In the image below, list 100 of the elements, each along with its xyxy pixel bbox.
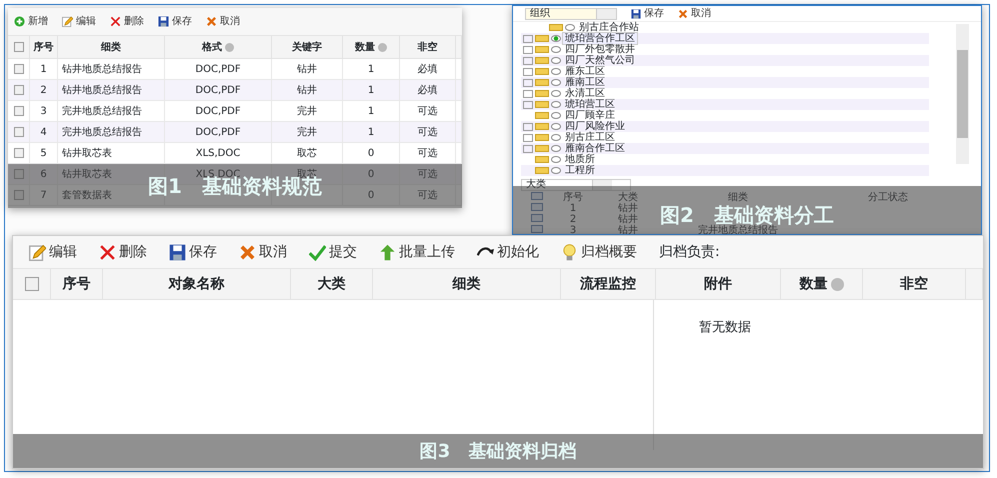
tree-item-label[interactable]: 别古庄工区: [563, 132, 617, 143]
folder-icon: [535, 145, 549, 152]
select-all-checkbox[interactable]: [24, 277, 38, 291]
row-checkbox[interactable]: [14, 85, 24, 95]
tree-item-label[interactable]: 四厂外包零散井: [563, 44, 637, 55]
radio-button[interactable]: [551, 35, 561, 42]
edit-button[interactable]: 编辑: [29, 244, 77, 260]
radio-button[interactable]: [551, 79, 561, 86]
expand-toggle[interactable]: [523, 46, 533, 54]
field-label: 归档负责:: [659, 242, 720, 262]
expand-toggle[interactable]: [523, 122, 533, 130]
column-header: 格式: [202, 40, 222, 54]
row-checkbox[interactable]: [14, 148, 24, 158]
table-cell: 钻井: [618, 203, 638, 214]
column-header: 数量: [800, 274, 828, 294]
summary-button[interactable]: 归档概要: [561, 244, 637, 260]
tree-item-label[interactable]: 琥珀营工区: [563, 99, 617, 110]
delete-button[interactable]: 删除: [110, 16, 144, 27]
column-header: 非空: [900, 274, 928, 294]
table-cell-text: 必填: [418, 62, 438, 76]
tree-item-label[interactable]: 地质所: [563, 154, 597, 165]
table-cell-text: 可选: [418, 126, 438, 140]
column-header: 数量: [355, 40, 375, 54]
add-button[interactable]: 新增: [14, 16, 48, 27]
radio-button[interactable]: [551, 134, 561, 141]
table-cell: 钻井: [618, 214, 638, 225]
delete-button[interactable]: 删除: [99, 244, 147, 260]
radio-button[interactable]: [551, 123, 561, 130]
select-all-checkbox[interactable]: [531, 192, 543, 200]
expand-toggle[interactable]: [523, 68, 533, 76]
expand-toggle[interactable]: [523, 134, 533, 142]
column-header: 非空: [418, 40, 438, 54]
initialize-button[interactable]: 初始化: [477, 244, 539, 260]
save-button[interactable]: 保存: [631, 8, 664, 18]
select-all-checkbox[interactable]: [14, 42, 24, 52]
row-checkbox[interactable]: [14, 127, 24, 137]
tree-item-label[interactable]: 雁南工区: [563, 77, 607, 88]
row-checkbox[interactable]: [531, 203, 543, 211]
tree-item-label[interactable]: 工程所: [563, 165, 597, 176]
row-checkbox[interactable]: [531, 225, 543, 233]
radio-button[interactable]: [551, 68, 561, 75]
tree-item-label[interactable]: 雁南合作工区: [563, 143, 627, 154]
column-header: 附件: [704, 274, 732, 294]
radio-button[interactable]: [551, 57, 561, 64]
table-cell-text: 可选: [418, 146, 438, 160]
column-header: 序号: [563, 192, 583, 203]
tree-item-label[interactable]: 四厂风险作业: [563, 121, 627, 132]
column-header: 分工状态: [868, 192, 908, 203]
tree-item-label[interactable]: 琥珀营合作工区: [563, 33, 637, 44]
cancel-button[interactable]: 取消: [239, 244, 287, 260]
edit-button[interactable]: 编辑: [62, 16, 96, 27]
cancel-button[interactable]: 取消: [678, 8, 711, 18]
table-row[interactable]: 4 完井地质总结报告 DOC,PDF 完井 1 可选: [8, 122, 462, 143]
expand-toggle[interactable]: [523, 100, 533, 108]
radio-button[interactable]: [551, 167, 561, 174]
folder-icon: [535, 167, 549, 174]
submit-button[interactable]: 提交: [309, 244, 357, 260]
row-checkbox[interactable]: [14, 106, 24, 116]
save-button[interactable]: 保存: [169, 244, 217, 260]
save-button[interactable]: 保存: [158, 16, 192, 27]
tree-item-label[interactable]: 四厂顾辛庄: [563, 110, 617, 121]
radio-button[interactable]: [565, 24, 575, 31]
expand-toggle[interactable]: [523, 78, 533, 86]
x-mark-icon: [678, 8, 688, 18]
radio-button[interactable]: [551, 101, 561, 108]
radio-button[interactable]: [551, 156, 561, 163]
tree-item-label[interactable]: 雁东工区: [563, 66, 607, 77]
tree-item-label[interactable]: 四厂天然气公司: [563, 55, 637, 66]
expand-toggle[interactable]: [523, 144, 533, 152]
row-checkbox[interactable]: [531, 214, 543, 222]
expand-toggle[interactable]: [523, 56, 533, 64]
empty-message: 暂无数据: [699, 320, 751, 335]
table-cell-text: DOC,PDF: [195, 62, 241, 76]
folder-icon: [549, 24, 563, 31]
table-row[interactable]: 2 钻井地质总结报告 DOC,PDF 钻井 1 必填: [8, 80, 462, 101]
folder-icon: [535, 112, 549, 119]
tree-item-label[interactable]: 别古庄合作站: [577, 22, 641, 33]
expand-toggle[interactable]: [523, 90, 533, 98]
radio-button[interactable]: [551, 112, 561, 119]
table-cell-text: 可选: [418, 168, 438, 182]
radio-button[interactable]: [551, 145, 561, 152]
radio-button[interactable]: [551, 46, 561, 53]
row-checkbox[interactable]: [14, 169, 24, 179]
upload-button[interactable]: 批量上传: [379, 244, 455, 260]
table-cell-text: 1: [368, 84, 374, 98]
table-cell-text: 钻井地质总结报告: [62, 62, 142, 76]
cancel-button[interactable]: 取消: [206, 16, 240, 27]
row-checkbox[interactable]: [14, 190, 24, 200]
tree-item-label[interactable]: 永清工区: [563, 88, 607, 99]
row-checkbox[interactable]: [14, 64, 24, 74]
table-cell-text: 0: [368, 188, 374, 202]
folder-icon: [535, 123, 549, 130]
category-dropdown[interactable]: 大类: [521, 179, 631, 191]
organization-dropdown[interactable]: 组织: [525, 8, 617, 20]
table-cell-text: 取芯: [297, 146, 317, 160]
row-number: 4: [40, 126, 47, 140]
table-cell: 钻井: [618, 225, 638, 234]
radio-button[interactable]: [551, 90, 561, 97]
expand-toggle[interactable]: [523, 34, 533, 42]
folder-icon: [535, 90, 549, 97]
